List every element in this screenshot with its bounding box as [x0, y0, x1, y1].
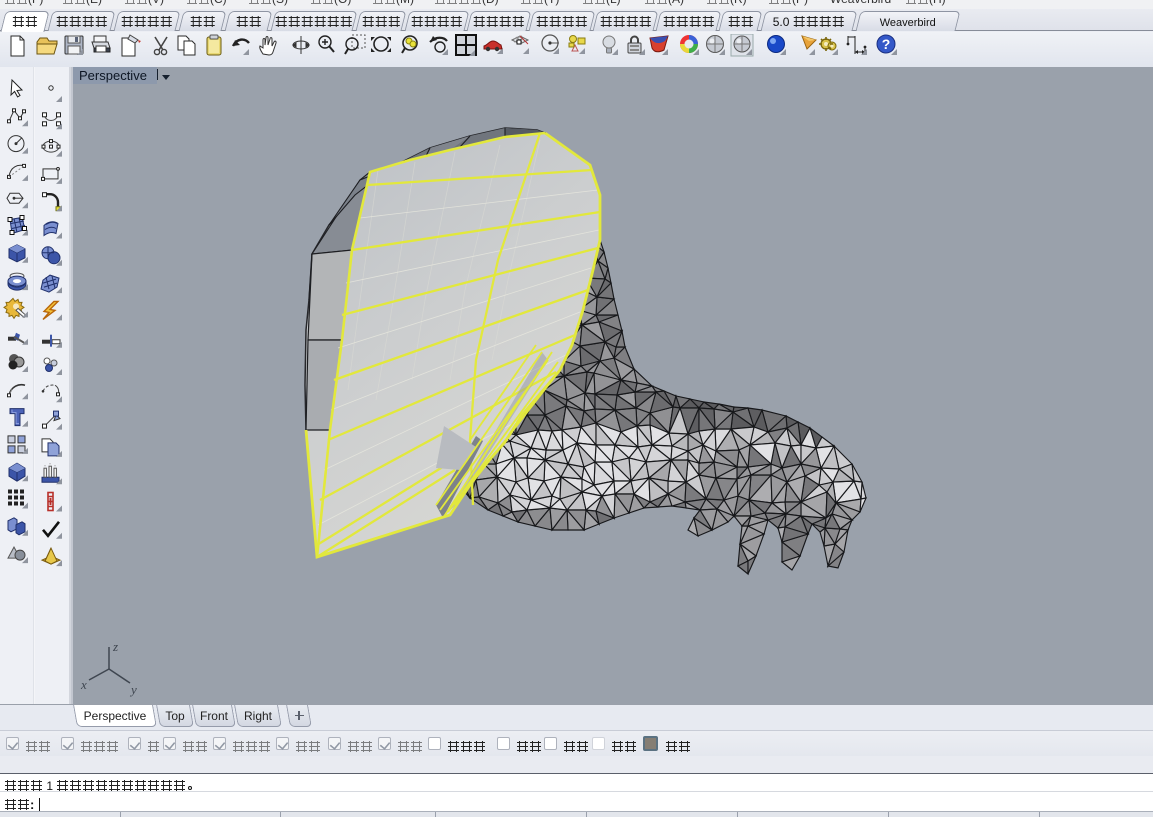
svg-text:x: x	[80, 677, 87, 692]
svg-text:y: y	[129, 682, 137, 697]
svg-text:?: ?	[882, 36, 891, 52]
svg-text:z: z	[112, 639, 118, 654]
